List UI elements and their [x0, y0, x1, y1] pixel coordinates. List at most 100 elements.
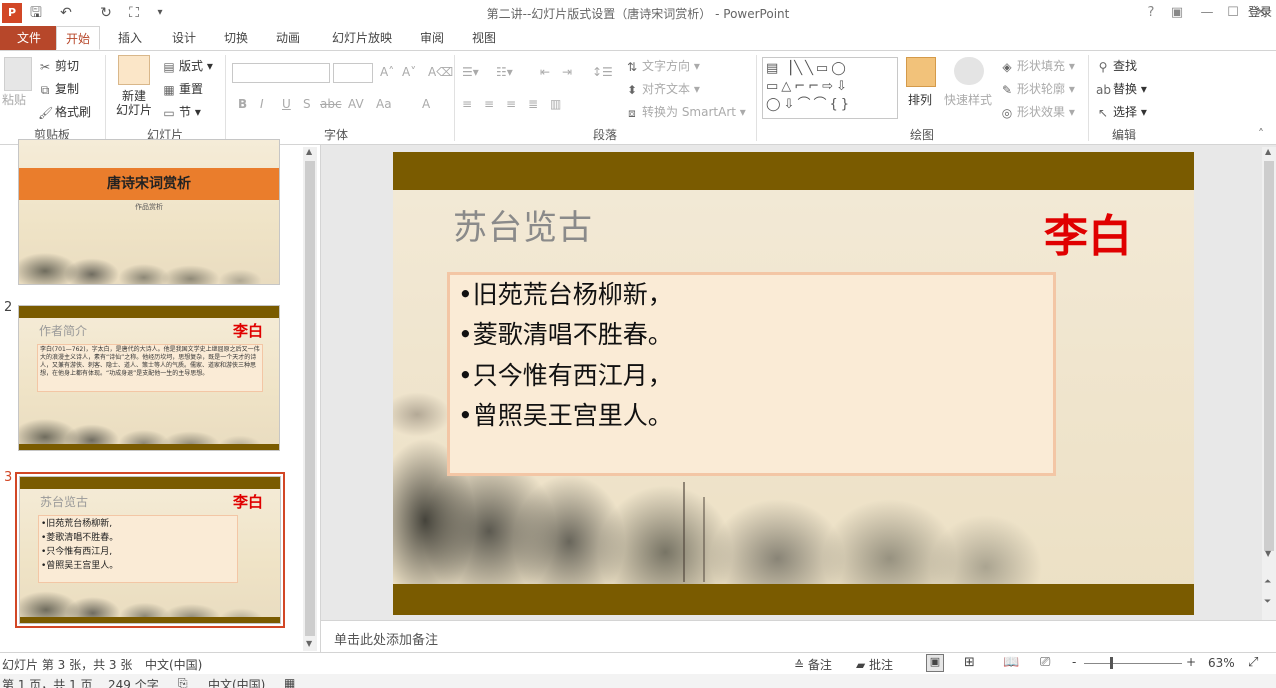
new-slide-icon[interactable]	[118, 55, 150, 85]
line-spacing-icon[interactable]: ↕☰	[592, 65, 613, 79]
slide-thumbnail-3[interactable]: 苏台览古 李白 •旧苑荒台杨柳新, •菱歌清唱不胜春。 •只今惟有西江月, •曾…	[19, 476, 281, 624]
tab-transitions[interactable]: 切换	[214, 26, 258, 50]
tab-view[interactable]: 视图	[462, 26, 506, 50]
smartart-button[interactable]: ⧈ 转换为 SmartArt ▾	[625, 103, 746, 120]
reset-button[interactable]: ▦ 重置	[162, 80, 203, 97]
previous-slide-icon[interactable]: ⏶	[1264, 577, 1271, 587]
paste-icon[interactable]	[4, 57, 32, 91]
notes-toggle-button[interactable]: ≙ 备注	[794, 656, 832, 673]
copy-button[interactable]: ⧉ 复制	[38, 80, 79, 97]
zoom-slider-track[interactable]	[1084, 663, 1182, 664]
increase-indent-icon[interactable]: ⇥	[562, 65, 572, 79]
italic-button[interactable]: I	[260, 97, 264, 111]
current-slide[interactable]: 苏台览古 李白 •旧苑荒台杨柳新， •菱歌清唱不胜春。 •只今惟有西江月， •曾…	[393, 152, 1194, 615]
shape-fill-button[interactable]: ◈ 形状填充 ▾	[1000, 57, 1074, 74]
zoom-out-button[interactable]: -	[1072, 655, 1076, 669]
shape-outline-button[interactable]: ✎ 形状轮廓 ▾	[1000, 80, 1075, 97]
comments-toggle-button[interactable]: ▰ 批注	[856, 656, 893, 673]
tab-animations[interactable]: 动画	[266, 26, 310, 50]
bullets-icon[interactable]: ☰▾	[462, 65, 479, 79]
layout-button[interactable]: ▤ 版式 ▾	[162, 57, 213, 74]
text-shadow-button[interactable]: S	[303, 97, 311, 111]
columns-icon[interactable]: ▥	[550, 97, 561, 111]
clear-format-icon[interactable]: A⌫	[428, 65, 453, 79]
change-case-button[interactable]: Aa	[376, 97, 392, 111]
slide-author[interactable]: 李白	[1044, 200, 1132, 264]
thumb-subtitle: 作品赏析	[135, 203, 163, 211]
replace-button[interactable]: ab 替换 ▾	[1096, 80, 1147, 97]
poem-textbox[interactable]: •旧苑荒台杨柳新， •菱歌清唱不胜春。 •只今惟有西江月， •曾照吴王宫里人。	[447, 272, 1056, 476]
align-text-button[interactable]: ⬍ 对齐文本 ▾	[625, 80, 700, 97]
zoom-level[interactable]: 63%	[1208, 656, 1235, 670]
format-painter-button[interactable]: 🖌 格式刷	[38, 103, 91, 120]
fit-to-window-icon[interactable]: ⤢	[1248, 655, 1258, 670]
minimize-button[interactable]: —	[1196, 3, 1218, 23]
maximize-button[interactable]: ☐	[1222, 3, 1244, 23]
sign-in-link[interactable]: 登录	[1244, 0, 1276, 24]
scroll-up-icon[interactable]: ▲	[306, 147, 312, 156]
language-status-2[interactable]: 中文(中国)	[208, 676, 265, 688]
find-button[interactable]: ⚲ 查找	[1096, 57, 1137, 74]
char-spacing-button[interactable]: AV	[348, 97, 364, 111]
proofing-icon[interactable]: ⎘	[178, 676, 188, 688]
zoom-slider-handle[interactable]	[1110, 657, 1113, 669]
notes-pane[interactable]: 单击此处添加备注	[321, 620, 1276, 653]
slide-title[interactable]: 苏台览古	[453, 200, 593, 249]
align-center-icon[interactable]: ≡	[484, 97, 494, 111]
justify-icon[interactable]: ≣	[528, 97, 538, 111]
slide-scrollbar[interactable]: ▲ ▼ ⏶ ⏷	[1262, 147, 1276, 620]
tab-slideshow[interactable]: 幻灯片放映	[322, 26, 402, 50]
tab-review[interactable]: 审阅	[410, 26, 454, 50]
font-size-combo[interactable]	[333, 63, 373, 83]
align-right-icon[interactable]: ≡	[506, 97, 516, 111]
quick-styles-button[interactable]: 快速样式	[944, 91, 992, 108]
underline-button[interactable]: U	[282, 97, 291, 111]
thumbnail-scrollbar[interactable]: ▲ ▼	[303, 147, 317, 651]
ribbon-display-options-icon[interactable]: ▣	[1166, 3, 1188, 23]
increase-font-icon[interactable]: A˄	[380, 65, 394, 79]
slide-thumbnail-2[interactable]: 作者简介 李白 李白(701—762)，字太白，是唐代的大诗人。他是我国文学史上…	[18, 305, 280, 451]
quick-styles-icon[interactable]	[954, 57, 984, 85]
font-name-combo[interactable]	[232, 63, 330, 83]
scroll-up-icon[interactable]: ▲	[1265, 147, 1271, 156]
pen-icon: ✎	[1001, 82, 1013, 97]
scroll-down-icon[interactable]: ▼	[306, 639, 312, 648]
scroll-down-icon[interactable]: ▼	[1265, 549, 1271, 558]
select-button[interactable]: ↖ 选择 ▾	[1096, 103, 1147, 120]
macro-icon[interactable]: ▦	[284, 676, 295, 688]
decrease-font-icon[interactable]: A˅	[402, 65, 416, 79]
scrollbar-thumb[interactable]	[305, 161, 315, 636]
slideshow-view-icon[interactable]: ⎚	[1040, 655, 1050, 670]
font-color-button[interactable]: A	[422, 97, 430, 111]
shape-effects-button[interactable]: ◎ 形状效果 ▾	[1000, 103, 1075, 120]
reading-view-icon[interactable]: 📖	[1003, 655, 1019, 670]
zoom-in-button[interactable]: +	[1186, 655, 1196, 669]
language-status[interactable]: 中文(中国)	[145, 656, 202, 673]
slide-thumbnail-1[interactable]: 唐诗宋词赏析 作品赏析	[18, 139, 280, 285]
numbering-icon[interactable]: ☷▾	[496, 65, 513, 79]
decrease-indent-icon[interactable]: ⇤	[540, 65, 550, 79]
new-slide-button[interactable]: 新建 幻灯片	[110, 89, 158, 117]
next-slide-icon[interactable]: ⏷	[1264, 597, 1271, 607]
help-button[interactable]: ?	[1140, 3, 1162, 23]
tab-file[interactable]: 文件	[0, 26, 58, 50]
bold-button[interactable]: B	[238, 97, 247, 111]
arrange-icon[interactable]	[906, 57, 936, 87]
align-left-icon[interactable]: ≡	[462, 97, 472, 111]
scrollbar-thumb[interactable]	[1264, 161, 1274, 551]
shapes-gallery[interactable]: ▤▕╲╲▭◯ ▭△⌐⌐⇨⇩ ◯⇩⌒⌒{}	[762, 57, 898, 119]
collapse-ribbon-icon[interactable]: ˄	[1258, 127, 1264, 141]
tab-insert[interactable]: 插入	[108, 26, 152, 50]
cut-button[interactable]: ✂ 剪切	[38, 57, 79, 74]
text-direction-button[interactable]: ⇅ 文字方向 ▾	[625, 57, 700, 74]
tab-design[interactable]: 设计	[162, 26, 206, 50]
section-label: 节	[179, 105, 192, 119]
normal-view-icon[interactable]: ▣	[926, 654, 944, 672]
section-button[interactable]: ▭ 节 ▾	[162, 103, 201, 120]
slide-sorter-view-icon[interactable]: ⊞	[964, 655, 975, 670]
paste-button[interactable]: 粘贴	[2, 91, 26, 108]
strikethrough-button[interactable]: abc	[320, 97, 342, 111]
cursor-icon: ↖	[1097, 105, 1109, 120]
arrange-button[interactable]: 排列	[908, 91, 932, 108]
tab-home[interactable]: 开始	[56, 26, 100, 50]
